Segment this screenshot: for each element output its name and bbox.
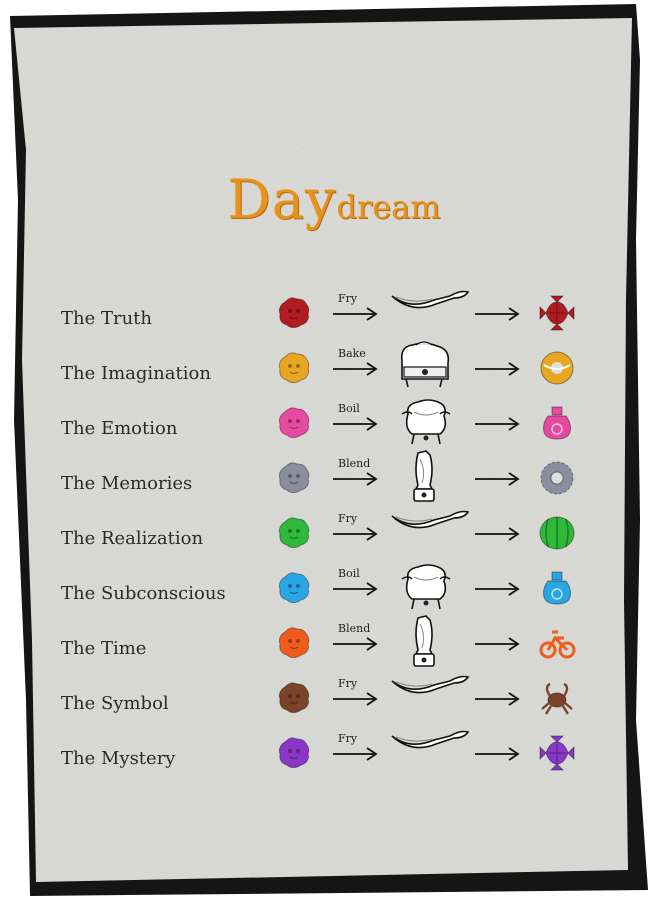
- blender-icon: [404, 614, 446, 668]
- ingredient-blob-icon: [277, 571, 311, 605]
- cook-method-label: Blend: [338, 457, 371, 470]
- arrow-right-icon: [474, 691, 520, 706]
- arrow-right-icon: [474, 526, 520, 541]
- ingredient-blob-icon: [277, 516, 311, 550]
- pot-icon: [398, 559, 454, 613]
- ingredient-blob-icon: [277, 351, 311, 385]
- result-bike-icon: [538, 624, 576, 662]
- pan-icon: [390, 669, 470, 723]
- arrow-right-icon: [332, 581, 378, 596]
- result-candy-icon: [538, 294, 576, 332]
- result-ring-icon: [538, 459, 576, 497]
- arrow-right-icon: [332, 691, 378, 706]
- arrow-right-icon: [474, 306, 520, 321]
- arrow-right-icon: [332, 636, 378, 651]
- arrow-right-icon: [332, 361, 378, 376]
- pan-icon: [390, 724, 470, 778]
- arrow-right-icon: [474, 361, 520, 376]
- ingredient-blob-icon: [277, 406, 311, 440]
- page-title: Daydream: [0, 168, 668, 231]
- pan-icon: [390, 284, 470, 338]
- result-bottle-icon: [538, 569, 576, 607]
- ingredient-label: The Subconscious: [61, 583, 226, 604]
- ingredient-blob-icon: [277, 626, 311, 660]
- pot-icon: [398, 394, 454, 448]
- arrow-right-icon: [332, 306, 378, 321]
- arrow-right-icon: [474, 636, 520, 651]
- cook-method-label: Fry: [338, 512, 358, 525]
- result-donut-icon: [538, 349, 576, 387]
- recipe-row: The Mystery Fry: [0, 730, 668, 803]
- oven-icon: [396, 339, 454, 393]
- ingredient-label: The Memories: [61, 473, 193, 494]
- ingredient-blob-icon: [277, 681, 311, 715]
- ingredient-blob-icon: [277, 461, 311, 495]
- title-day: Day: [227, 168, 337, 231]
- pan-icon: [390, 504, 470, 558]
- cook-method-label: Fry: [338, 292, 358, 305]
- cook-method-label: Fry: [338, 677, 358, 690]
- result-melon-icon: [538, 514, 576, 552]
- arrow-right-icon: [332, 416, 378, 431]
- ingredient-label: The Imagination: [61, 363, 211, 384]
- arrow-right-icon: [332, 526, 378, 541]
- ingredient-blob-icon: [277, 296, 311, 330]
- cook-method-label: Bake: [338, 347, 366, 360]
- cook-method-label: Boil: [338, 567, 360, 580]
- cook-method-label: Fry: [338, 732, 358, 745]
- arrow-right-icon: [332, 746, 378, 761]
- arrow-right-icon: [474, 416, 520, 431]
- ingredient-label: The Realization: [61, 528, 204, 549]
- blender-icon: [404, 449, 446, 503]
- title-dream: dream: [336, 188, 441, 226]
- ingredient-blob-icon: [277, 736, 311, 770]
- result-candy-icon: [538, 734, 576, 772]
- ingredient-label: The Emotion: [61, 418, 178, 439]
- ingredient-label: The Truth: [61, 308, 153, 329]
- ingredient-label: The Time: [61, 638, 147, 659]
- arrow-right-icon: [474, 746, 520, 761]
- result-bottle-icon: [538, 404, 576, 442]
- ingredient-label: The Mystery: [61, 748, 176, 769]
- arrow-right-icon: [474, 581, 520, 596]
- arrow-right-icon: [474, 471, 520, 486]
- cook-method-label: Blend: [338, 622, 371, 635]
- result-crab-icon: [538, 679, 576, 717]
- ingredient-label: The Symbol: [61, 693, 169, 714]
- arrow-right-icon: [332, 471, 378, 486]
- cook-method-label: Boil: [338, 402, 360, 415]
